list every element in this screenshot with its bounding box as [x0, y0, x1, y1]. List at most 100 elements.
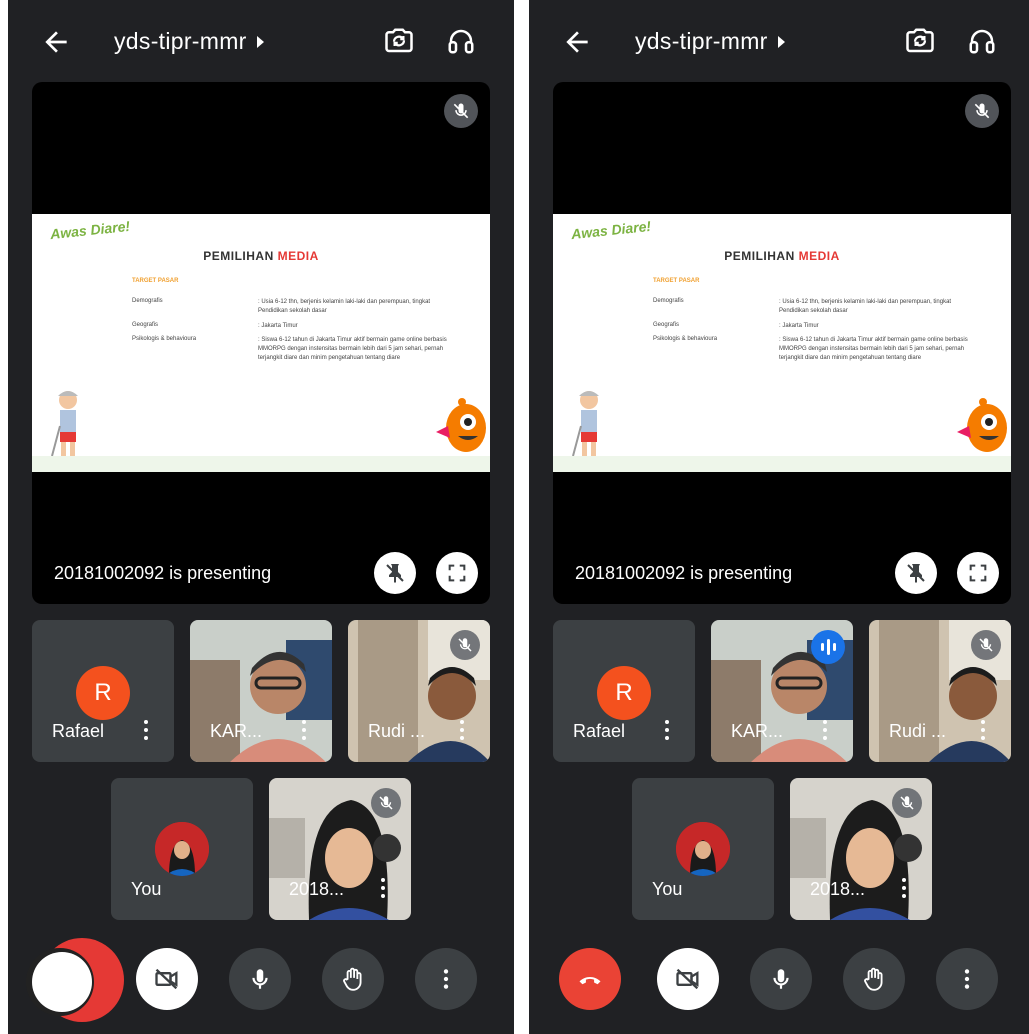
fullscreen-icon — [448, 564, 466, 582]
unpin-button[interactable] — [374, 552, 416, 594]
participant-name: Rafael — [573, 721, 626, 741]
fullscreen-button[interactable] — [957, 552, 999, 594]
slide-row: Demografis: Usia 6-12 thn, berjenis kela… — [653, 298, 952, 314]
mic-off-icon — [450, 630, 480, 660]
mic-off-icon — [965, 94, 999, 128]
slide-title: PEMILIHAN MEDIA — [724, 249, 840, 263]
call-end-icon — [579, 976, 601, 985]
more-options-icon[interactable] — [902, 878, 906, 898]
meeting-code: yds-tipr-mmr — [635, 28, 768, 54]
more-options-icon[interactable] — [823, 720, 827, 740]
fullscreen-icon — [969, 564, 987, 582]
presentation-view[interactable]: Awas Diare! PEMILIHAN MEDIA TARGET PASAR… — [553, 82, 1011, 604]
microphone-button[interactable] — [229, 948, 291, 1010]
slide-row: Demografis: Usia 6-12 thn, berjenis kela… — [132, 298, 431, 314]
participant-tile-you[interactable]: You — [111, 778, 253, 920]
headphones-icon[interactable] — [967, 26, 997, 56]
participant-tile-student[interactable]: 2018... — [790, 778, 932, 920]
monster-illustration — [436, 398, 486, 452]
presentation-view[interactable]: Awas Diare! PEMILIHAN MEDIA TARGET PASAR… — [32, 82, 490, 604]
more-options-button[interactable] — [415, 948, 477, 1010]
more-options-icon[interactable] — [665, 720, 669, 740]
camera-toggle-button[interactable] — [657, 948, 719, 1010]
more-options-icon[interactable] — [460, 720, 464, 740]
back-arrow-icon[interactable] — [561, 26, 593, 58]
participant-name: You — [131, 879, 162, 899]
cartoon-boy-illustration — [51, 391, 78, 460]
video-off-icon — [155, 968, 178, 990]
avatar — [676, 822, 730, 876]
participant-tile-kar[interactable]: KAR... — [190, 620, 332, 762]
avatar — [155, 822, 209, 876]
slide-section: TARGET PASAR — [653, 278, 700, 284]
phone-screen-left: yds-tipr-mmr Awas Diare! PEMILIHAN MEDIA… — [8, 0, 514, 1034]
participant-name: Rudi ... — [889, 721, 947, 741]
more-options-icon[interactable] — [981, 720, 985, 740]
participant-tile-rafael[interactable]: R Rafael — [32, 620, 174, 762]
slide-row: Psikologis & behavioura: Siswa 6-12 tahu… — [132, 336, 447, 361]
presenting-label: 20181002092 is presenting — [54, 563, 272, 583]
raise-hand-button[interactable] — [322, 948, 384, 1010]
participant-tile-rudi[interactable]: Rudi ... — [869, 620, 1011, 762]
mic-icon — [252, 969, 268, 989]
pin-off-icon — [386, 564, 404, 583]
pin-off-icon — [907, 564, 925, 583]
more-vertical-icon — [964, 969, 970, 989]
top-bar: yds-tipr-mmr — [8, 0, 514, 84]
slide-row: Geografis: Jakarta Timur — [132, 322, 298, 329]
headphones-icon[interactable] — [446, 26, 476, 56]
participant-name: 2018... — [810, 879, 866, 899]
camera-toggle-button[interactable] — [136, 948, 198, 1010]
slide-ground — [32, 456, 490, 472]
more-options-button[interactable] — [936, 948, 998, 1010]
slide-ground — [553, 456, 1011, 472]
unpin-button[interactable] — [895, 552, 937, 594]
shared-slide: Awas Diare! PEMILIHAN MEDIA TARGET PASAR… — [553, 214, 1011, 472]
mic-off-icon — [444, 94, 478, 128]
meeting-title[interactable]: yds-tipr-mmr — [635, 28, 785, 55]
participant-name: Rafael — [52, 721, 105, 741]
shared-slide: Awas Diare! PEMILIHAN MEDIA TARGET PASAR… — [32, 214, 490, 472]
slide-logo: Awas Diare! — [570, 217, 652, 243]
camera-rotate-icon[interactable] — [905, 26, 935, 56]
more-options-icon[interactable] — [302, 720, 306, 740]
video-off-icon — [676, 968, 699, 990]
slide-row: Psikologis & behavioura: Siswa 6-12 tahu… — [653, 336, 968, 361]
mic-off-icon — [892, 788, 922, 818]
meeting-title[interactable]: yds-tipr-mmr — [114, 28, 264, 55]
speaking-indicator-icon — [811, 630, 845, 664]
more-vertical-icon — [443, 969, 449, 989]
participant-tile-rudi[interactable]: Rudi ... — [348, 620, 490, 762]
back-arrow-icon[interactable] — [40, 26, 72, 58]
slide-section: TARGET PASAR — [132, 278, 179, 284]
more-options-icon[interactable] — [381, 878, 385, 898]
avatar: R — [76, 666, 130, 720]
meeting-code: yds-tipr-mmr — [114, 28, 247, 54]
participant-name: 2018... — [289, 879, 345, 899]
participant-tile-you[interactable]: You — [632, 778, 774, 920]
more-options-icon[interactable] — [144, 720, 148, 740]
camera-rotate-icon[interactable] — [384, 26, 414, 56]
chevron-right-icon — [777, 35, 785, 48]
microphone-button[interactable] — [750, 948, 812, 1010]
top-bar: yds-tipr-mmr — [529, 0, 1029, 84]
phone-screen-right: yds-tipr-mmr Awas Diare! PEMILIHAN MEDIA… — [529, 0, 1029, 1034]
participant-tile-rafael[interactable]: R Rafael — [553, 620, 695, 762]
raise-hand-button[interactable] — [843, 948, 905, 1010]
raise-hand-icon — [343, 967, 362, 991]
participant-name: Rudi ... — [368, 721, 426, 741]
fullscreen-button[interactable] — [436, 552, 478, 594]
slide-logo: Awas Diare! — [49, 217, 131, 243]
cartoon-boy-illustration — [572, 391, 599, 460]
presenting-label: 20181002092 is presenting — [575, 563, 793, 583]
avatar: R — [597, 666, 651, 720]
participant-name: You — [652, 879, 683, 899]
participant-tile-kar[interactable]: KAR... — [711, 620, 853, 762]
screen-record-button[interactable] — [32, 952, 92, 1012]
end-call-button[interactable] — [559, 948, 621, 1010]
participant-tile-student[interactable]: 2018... — [269, 778, 411, 920]
participant-name: KAR... — [731, 721, 784, 741]
participant-name: KAR... — [210, 721, 263, 741]
mic-off-icon — [971, 630, 1001, 660]
monster-illustration — [957, 398, 1007, 452]
